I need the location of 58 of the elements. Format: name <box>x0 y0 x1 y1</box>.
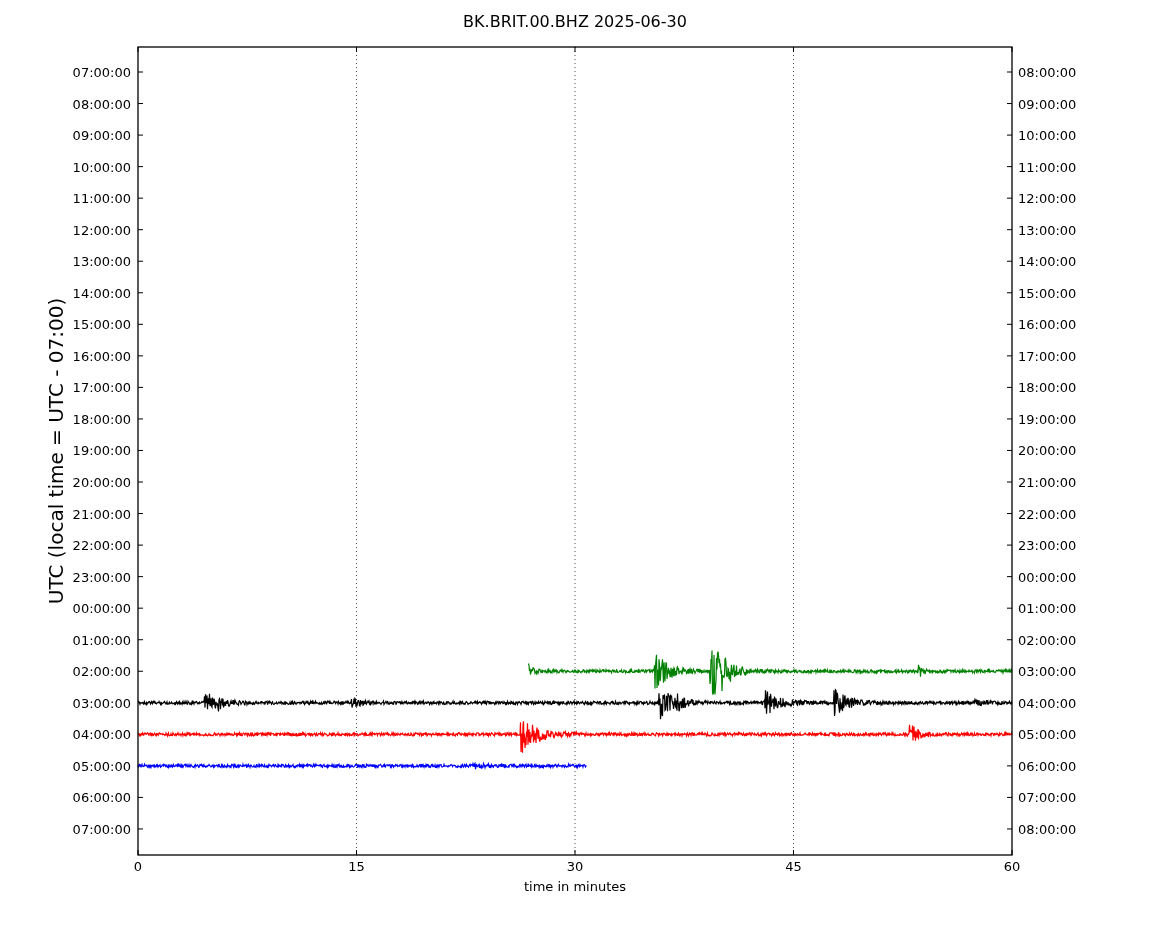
axis-tick-label: 18:00:00 <box>72 411 131 427</box>
axis-tick-label: 09:00:00 <box>72 128 131 144</box>
axis-tick-label: 15:00:00 <box>1018 285 1077 301</box>
axis-tick-label: 00:00:00 <box>1018 569 1077 585</box>
axis-tick-label: 04:00:00 <box>1018 695 1077 711</box>
axis-tick-label: 15:00:00 <box>72 317 131 333</box>
axis-tick-label: 08:00:00 <box>1018 821 1077 837</box>
axis-tick-label: 11:00:00 <box>72 191 131 207</box>
axis-tick-label: 23:00:00 <box>1018 538 1077 554</box>
chart-title: BK.BRIT.00.BHZ 2025-06-30 <box>463 12 687 31</box>
axis-tick-label: 45 <box>785 859 802 874</box>
axis-tick-label: 08:00:00 <box>1018 65 1077 80</box>
axis-tick-label: 23:00:00 <box>72 569 131 585</box>
axis-label: time in minutes <box>523 879 627 894</box>
axis-tick-label: 19:00:00 <box>72 443 131 459</box>
axis-label: UTC (local time = UTC - 07:00) <box>44 297 68 605</box>
axis-tick-label: 13:00:00 <box>1018 222 1077 238</box>
axis-tick-label: 11:00:00 <box>1018 159 1077 175</box>
axis-tick-label: 14:00:00 <box>1018 254 1077 270</box>
axis-tick-label: 02:00:00 <box>72 664 131 680</box>
axis-tick-label: 04:00:00 <box>72 727 131 743</box>
axis-tick-label: 09:00:00 <box>1018 96 1077 112</box>
axis-tick-label: 07:00:00 <box>72 65 131 80</box>
axis-tick-label: 01:00:00 <box>1018 601 1077 617</box>
axis-tick-label: 60 <box>1003 859 1021 874</box>
axis-tick-label: 05:00:00 <box>72 758 131 774</box>
axis-tick-label: 30 <box>566 859 584 874</box>
axis-tick-label: 01:00:00 <box>72 632 131 648</box>
axis-tick-label: 08:00:00 <box>72 96 131 112</box>
axis-tick-label: 19:00:00 <box>1018 411 1077 427</box>
axis-tick-label: 03:00:00 <box>1018 664 1077 680</box>
axis-tick-label: 06:00:00 <box>72 790 131 806</box>
axis-tick-label: 12:00:00 <box>72 222 131 238</box>
axis-tick-label: 10:00:00 <box>1018 128 1077 144</box>
axis-tick-label: 20:00:00 <box>72 475 131 490</box>
axis-tick-label: 17:00:00 <box>1018 348 1077 364</box>
axis-tick-label: 03:00:00 <box>72 695 131 711</box>
axis-tick-label: 16:00:00 <box>1018 317 1077 333</box>
axis-tick-label: 00:00:00 <box>72 601 131 617</box>
axis-tick-label: 13:00:00 <box>72 254 131 270</box>
axis-tick-label: 21:00:00 <box>1018 475 1077 490</box>
axis-tick-label: 06:00:00 <box>1018 758 1077 774</box>
axis-tick-label: 18:00:00 <box>1018 380 1077 396</box>
axis-tick-label: 21:00:00 <box>72 506 131 522</box>
axis-tick-label: 20:00:00 <box>1018 443 1077 459</box>
axis-tick-label: 22:00:00 <box>1018 506 1077 522</box>
axis-tick-label: 22:00:00 <box>72 538 131 554</box>
axis-tick-label: 07:00:00 <box>1018 790 1077 806</box>
axis-tick-label: 15 <box>348 859 365 874</box>
axis-tick-label: 07:00:00 <box>72 821 131 837</box>
axis-tick-label: 0 <box>133 859 143 874</box>
axis-tick-label: 10:00:00 <box>72 159 131 175</box>
axis-tick-label: 05:00:00 <box>1018 727 1077 743</box>
axis-tick-label: 14:00:00 <box>72 285 131 301</box>
axis-tick-label: 17:00:00 <box>72 380 131 396</box>
axis-tick-label: 02:00:00 <box>1018 632 1077 648</box>
axis-tick-label: 16:00:00 <box>72 348 131 364</box>
axis-tick-label: 12:00:00 <box>1018 191 1077 207</box>
